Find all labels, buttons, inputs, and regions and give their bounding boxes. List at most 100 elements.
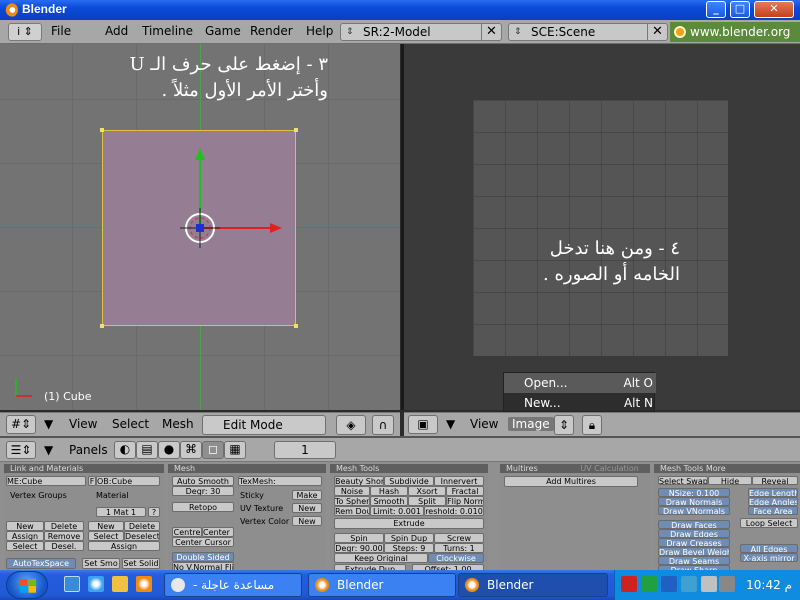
draw-faces-toggle[interactable]: Draw Faces [658,520,730,529]
remove-doubles-button[interactable]: Rem Dou [334,506,370,516]
reveal-button[interactable]: Reveal [752,476,798,485]
vgroup-delete-button[interactable]: Delete [44,521,84,531]
shading-context-icon[interactable]: ● [158,441,180,459]
mode-selector[interactable]: Edit Mode [202,415,326,435]
center-cursor-button[interactable]: Center Cursor [172,537,234,547]
pivot-icon[interactable]: ◈ [336,415,366,435]
start-button[interactable] [6,571,48,599]
center-new-button[interactable]: Center Ne [202,527,234,537]
loop-select-button[interactable]: Loop Select [740,518,798,528]
fake-user-button[interactable]: F [88,476,96,486]
vgroup-select-button[interactable]: Select [6,541,44,551]
panel-title-multires[interactable]: Multires UV Calculation [500,464,650,473]
texmesh-field[interactable]: TexMesh: [238,476,322,486]
vgroup-deselect-button[interactable]: Desel. [44,541,84,551]
safely-remove-icon[interactable] [719,576,735,592]
menu-view[interactable]: View [470,417,498,431]
spin-button[interactable]: Spin [334,533,384,543]
limit-field[interactable]: Limit: 0.001 [370,506,424,516]
material-assign-button[interactable]: Assign [88,541,160,551]
3d-viewport[interactable]: ٣ - إضغط على حرف الـ U وأختر الأمر الأول… [0,44,400,410]
all-edges-toggle[interactable]: All Edges [740,544,798,553]
taskbar-item[interactable]: مساعدة عاجلة - الم... [164,573,302,597]
draw-seams-toggle[interactable]: Draw Seams [658,556,730,565]
vgroup-assign-button[interactable]: Assign [6,531,44,541]
chevron-down-icon[interactable]: ▼ [446,417,455,431]
menu-game[interactable]: Game [205,24,241,38]
script-context-icon[interactable]: ▤ [136,441,158,459]
editor-type-info-icon[interactable]: i ⇕ [8,23,42,41]
spin-dup-button[interactable]: Spin Dup [384,533,434,543]
minimize-button[interactable]: _ [706,1,726,18]
object-context-icon[interactable]: ⌘ [180,441,202,459]
autotexspace-toggle[interactable]: AutoTexSpace [6,558,76,569]
subdivide-button[interactable]: Subdivide [384,476,434,486]
delete-screen-icon[interactable]: ✕ [481,23,501,41]
menu-file[interactable]: File [51,24,71,38]
clockwise-toggle[interactable]: Clockwise [428,553,484,563]
menu-image[interactable]: Image [508,417,554,431]
centre-button[interactable]: Centre [172,527,202,537]
menu-timeline[interactable]: Timeline [142,24,193,38]
uv-grid-canvas[interactable] [473,100,728,356]
blender-quicklaunch-icon[interactable] [136,576,152,592]
folder-icon[interactable] [112,576,128,592]
draw-vnormals-toggle[interactable]: Draw VNormals [658,506,730,515]
logic-context-icon[interactable]: ◐ [114,441,136,459]
nsize-field[interactable]: NSize: 0.100 [658,488,730,497]
material-index[interactable]: 1 Mat 1 [96,507,146,517]
steps-field[interactable]: Steps: 9 [384,543,434,553]
set-smooth-button[interactable]: Set Smo [82,558,120,569]
image-editor-icon[interactable]: ▣ [408,415,438,434]
material-new-button[interactable]: New [88,521,124,531]
menu-render[interactable]: Render [250,24,293,38]
chevron-down-icon[interactable]: ▼ [44,443,53,457]
edge-length-toggle[interactable]: Edge Length [748,488,798,497]
tab-multires[interactable]: Multires [506,464,538,473]
panel-title-mesh-tools[interactable]: Mesh Tools [330,464,488,473]
menu-select[interactable]: Select [112,417,149,431]
hide-button[interactable]: Hide [708,476,752,485]
mesh-name-field[interactable]: ME:Cube [6,476,86,486]
beauty-short-button[interactable]: Beauty Short [334,476,384,486]
lock-icon[interactable]: 🔒︎ [582,415,602,435]
spin-degree-field[interactable]: Degr: 90.00 [334,543,384,553]
menu-item-open[interactable]: Open... Alt O [504,373,656,393]
xfire-icon[interactable] [681,576,697,592]
maximize-button[interactable]: □ [730,1,750,18]
menu-view[interactable]: View [69,417,97,431]
website-link[interactable]: www.blender.org 2 [670,22,800,59]
draw-edges-toggle[interactable]: Draw Edges [658,529,730,538]
volume-icon[interactable] [701,576,717,592]
edge-angles-toggle[interactable]: Edge Angles [748,497,798,506]
smooth-degree-field[interactable]: Degr: 30 [172,486,234,496]
draw-bevel-weight-toggle[interactable]: Draw Bevel Weigh [658,547,730,556]
x-axis-mirror-toggle[interactable]: X-axis mirror [740,553,798,562]
draw-creases-toggle[interactable]: Draw Creases [658,538,730,547]
to-sphere-button[interactable]: To Spher [334,496,370,506]
menu-item-new[interactable]: New... Alt N [504,393,656,413]
vgroup-new-button[interactable]: New [6,521,44,531]
panel-title-link-materials[interactable]: Link and Materials [4,464,164,473]
close-button[interactable]: ✕ [754,1,794,18]
grid-editor-icon[interactable]: #⇕ [6,415,36,434]
scene-selector[interactable]: ⇕ SCE:Scene ✕ [508,23,668,41]
frame-counter[interactable]: 1 [274,441,336,459]
select-swap-button[interactable]: Select Swap [658,476,708,485]
screen-selector[interactable]: ⇕ SR:2-Model ✕ [340,23,502,41]
scene-context-icon[interactable]: ▦ [224,441,246,459]
split-button[interactable]: Split [408,496,446,506]
vertex-color-new-button[interactable]: New [292,516,322,526]
buttons-editor-icon[interactable]: ☰⇕ [6,441,36,459]
innervert-dropdown[interactable]: Innervert [434,476,484,486]
clock[interactable]: 10:42 م [746,578,792,592]
auto-smooth-toggle[interactable]: Auto Smooth [172,476,234,486]
delete-scene-icon[interactable]: ✕ [647,23,667,41]
updown-arrows-icon[interactable]: ⇕ [554,415,574,435]
extrude-button[interactable]: Extrude [334,518,484,529]
taskbar-item[interactable]: Blender [308,573,456,597]
menu-mesh[interactable]: Mesh [162,417,194,431]
vgroup-remove-button[interactable]: Remove [44,531,84,541]
menu-help[interactable]: Help [306,24,333,38]
menu-add[interactable]: Add [105,24,128,38]
